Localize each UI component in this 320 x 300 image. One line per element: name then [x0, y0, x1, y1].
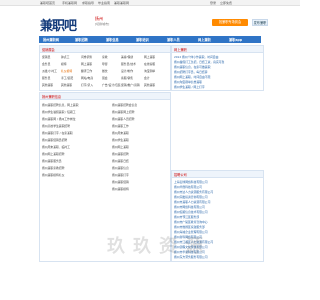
cat-item[interactable]: 手工/装配 — [61, 76, 73, 80]
header: 兼职吧 扬州 [切换城市] 找兼职专场到会 发布兼职 — [0, 6, 300, 34]
search-button[interactable]: 找兼职专场到会 — [212, 19, 248, 26]
cat-item[interactable]: 家教 — [102, 55, 108, 59]
job-link-right[interactable]: 扬州网上兼职 — [112, 145, 129, 149]
job-link-right[interactable]: 扬州兼职打字 — [112, 173, 129, 177]
cat-item[interactable]: 模特 — [61, 62, 67, 66]
job-link[interactable]: 扬州学生暑假兼职 / 短期工 — [42, 110, 76, 114]
cat-item[interactable]: 会计 — [144, 76, 150, 80]
company-title: 招聘公司 — [172, 171, 263, 178]
company-link[interactable]: 上海彭博网络科技有限公司 — [174, 180, 208, 184]
cat-item[interactable]: 其他兼职 — [42, 83, 53, 87]
news-item[interactable]: 2012 扬州个体小作兼职，时间自由 — [174, 55, 218, 59]
cat-item[interactable]: 网站/电商 — [81, 76, 93, 80]
login-link[interactable]: 登录 — [210, 1, 216, 5]
company-link[interactable]: 扬州市维扬区家政服务部 — [174, 225, 205, 229]
job-link-right[interactable]: 扬州兼职信息 — [112, 166, 129, 170]
job-link[interactable]: 扬州兼职打字 / 在家兼职 — [42, 131, 73, 135]
news-item[interactable]: 扬州淘宝刷单信誉兼职 — [174, 80, 202, 84]
cat-item[interactable]: 礼仪模特 — [61, 69, 72, 73]
site-logo[interactable]: 兼职吧 — [40, 15, 77, 34]
cat-item[interactable]: 服务员 — [42, 76, 50, 80]
top-link-part[interactable]: 兼职兼职网 — [114, 1, 129, 5]
category-title: 促销展会 — [40, 46, 170, 53]
publish-button[interactable]: 发布兼职 — [252, 19, 268, 26]
cat-item[interactable]: 展会 — [102, 76, 108, 80]
cat-item[interactable]: 服务员/技术 — [121, 62, 136, 66]
company-link[interactable]: 扬州市兼职人力资源有限公司 — [174, 200, 210, 204]
company-link[interactable]: 扬州市网络科技有限公司 — [174, 205, 205, 209]
job-link[interactable]: 扬州兼职招聘信息，网上兼职 — [42, 103, 78, 107]
job-link[interactable]: 扬州兼职网 / 扬州工作岗位 — [42, 117, 76, 121]
job-link[interactable]: 扬州周末兼职、临时工 — [42, 145, 70, 149]
news-item[interactable]: 扬州招聘打字员，每日结算 — [174, 70, 208, 74]
cat-item[interactable]: 设计/制作 — [121, 69, 133, 73]
cat-item[interactable]: 广告/设计/包装 — [102, 83, 121, 87]
news-item[interactable]: 扬州暑假打工急招，日结工资，真实可靠 — [174, 60, 224, 64]
job-link-right[interactable]: 扬州兼职人员招聘 — [112, 117, 134, 121]
register-link[interactable]: 立即免费 — [220, 1, 232, 5]
top-link-guide[interactable]: 求职指导 — [82, 1, 94, 5]
cat-item[interactable]: 促销/推广/营销 — [121, 83, 140, 87]
nav-training[interactable]: 兼职培训 — [136, 37, 149, 42]
cat-item[interactable]: 淘宝刷单 — [144, 69, 155, 73]
top-link-grad[interactable]: 毕业指南 — [98, 1, 110, 5]
nav-app[interactable]: 兼职app — [229, 37, 242, 42]
cat-item[interactable]: 打字/录入 — [81, 83, 93, 87]
cat-item[interactable]: 导游 — [102, 62, 108, 66]
watermark: 玖玖资源 — [107, 236, 211, 257]
cat-item[interactable]: 餐饮 — [102, 69, 108, 73]
online-panel: 网上兼职 2012 扬州个体小作兼职，时间自由 扬州暑假打工急招，日结工资，真实… — [171, 45, 264, 91]
job-link-right[interactable]: 扬州兼职日结 — [112, 159, 129, 163]
cat-item[interactable]: 其他兼职 — [61, 83, 72, 87]
news-item[interactable]: 扬州兼职信息，在家可做兼职 — [174, 65, 210, 69]
cat-item[interactable]: 网上兼职 — [144, 55, 155, 59]
job-link-right[interactable]: 扬州学生兼职 — [112, 138, 129, 142]
company-link[interactable]: 扬州市邗江区服务部 — [174, 215, 199, 219]
nav-online[interactable]: 网上兼职 — [198, 37, 211, 42]
cat-item[interactable]: 美容/保健 — [121, 55, 133, 59]
company-link[interactable]: 扬州华鼎科技有限公司 — [174, 185, 202, 189]
cat-item[interactable]: 会务员 — [42, 62, 50, 66]
company-link[interactable]: 扬州市达人力资源服务有限公司 — [174, 190, 213, 194]
cat-item[interactable]: 钟点工 — [61, 55, 69, 59]
job-link-right[interactable]: 扬州兼职招聘会信息 — [112, 103, 137, 107]
cat-item[interactable]: 客服/销售 — [121, 76, 133, 80]
cat-item[interactable]: 翻译工作 — [81, 69, 92, 73]
cat-item[interactable]: 派发/小时工 — [42, 69, 57, 73]
nav-info[interactable]: 兼职信息 — [106, 37, 119, 42]
job-link[interactable]: 扬州兼职服务员 — [42, 159, 62, 163]
job-link[interactable]: 扬州兼职家教招聘 — [42, 166, 64, 170]
category-panel: 促销展会 促销员 钟点工 问卷调查 家教 美容/保健 网上兼职 会务员 模特 网… — [39, 45, 171, 91]
cat-item[interactable]: 其他兼职 — [144, 83, 155, 87]
cat-item[interactable]: 网上兼职 — [81, 62, 92, 66]
online-title: 网上兼职 — [172, 46, 263, 53]
job-link-right[interactable]: 扬州周末兼职 — [112, 131, 129, 135]
company-link[interactable]: 扬州恒顺信息技术有限公司 — [174, 210, 208, 214]
nav-home[interactable]: 扬州兼职网 — [43, 37, 59, 42]
top-link-mobile[interactable]: 手机兼职网 — [62, 1, 77, 5]
top-link-home[interactable]: 兼职吧首页 — [40, 1, 55, 5]
cat-item[interactable]: 问卷调查 — [81, 55, 92, 59]
news-item[interactable]: 扬州学生兼职 / 网上打字 — [174, 85, 205, 89]
switch-city-link[interactable]: [切换城市] — [95, 22, 109, 26]
job-link[interactable]: 扬州兼职促销员招聘 — [42, 138, 67, 142]
company-link[interactable]: 扬州市广陵区教育咨询中心 — [174, 220, 208, 224]
nav-people[interactable]: 兼职人员 — [167, 37, 180, 42]
job-link-right[interactable]: 扬州兼职工作 — [112, 124, 129, 128]
main-nav: 扬州兼职网 兼职招聘 兼职信息 兼职培训 兼职人员 网上兼职 兼职app — [39, 36, 261, 43]
job-link[interactable]: 扬州兼职模特礼仪 — [42, 173, 64, 177]
job-link[interactable]: 扬州网上兼职招聘 — [42, 152, 64, 156]
job-link-right[interactable]: 扬州兼职促销 — [112, 180, 129, 184]
job-link-right[interactable]: 扬州兼职网上招聘 — [112, 110, 134, 114]
job-link[interactable]: 扬州高校学生兼职招聘 — [42, 124, 70, 128]
cat-item[interactable]: 促销员 — [42, 55, 50, 59]
nav-jobs[interactable]: 兼职招聘 — [75, 37, 88, 42]
company-link[interactable]: 扬州润发投资咨询有限公司 — [174, 195, 208, 199]
cat-item[interactable]: 在线客服 — [144, 62, 155, 66]
news-item[interactable]: 扬州网上兼职，时间自由不限 — [174, 75, 210, 79]
job-link-right[interactable]: 扬州兼职模特 — [112, 187, 129, 191]
jobs-title: 扬州兼职信息 — [40, 93, 170, 100]
job-link-right[interactable]: 扬州兼职招聘 — [112, 152, 129, 156]
